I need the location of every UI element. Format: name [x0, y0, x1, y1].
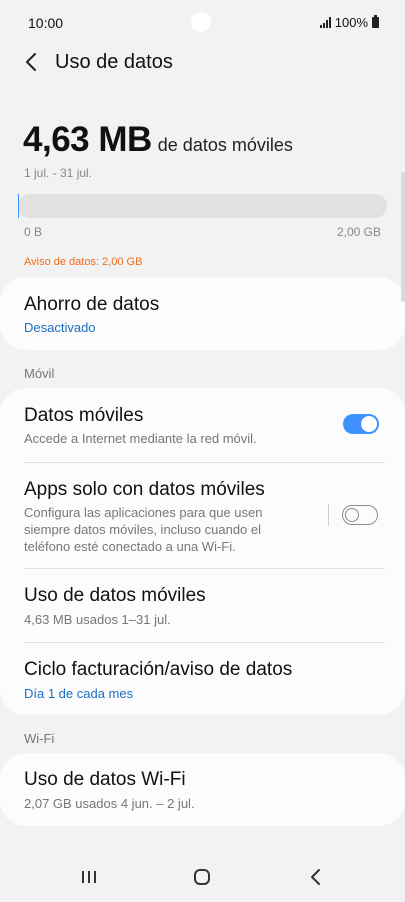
mobile-data-subtitle: Accede a Internet mediante la red móvil. [24, 431, 257, 446]
status-indicators: 100% [319, 15, 379, 30]
mobile-card: Datos móviles Accede a Internet mediante… [0, 388, 405, 715]
toggle-knob [345, 507, 359, 522]
back-arrow-icon [26, 53, 36, 71]
mobile-only-apps-row[interactable]: Apps solo con datos móviles Configura la… [0, 463, 405, 568]
home-icon [194, 869, 210, 885]
separator [328, 504, 329, 526]
data-saver-card: Ahorro de datos Desactivado [0, 277, 405, 350]
wifi-data-usage-row[interactable]: Uso de datos Wi-Fi 2,07 GB usados 4 jun.… [0, 753, 405, 826]
battery-percent: 100% [334, 15, 368, 30]
mobile-only-apps-title: Apps solo con datos móviles [24, 479, 265, 500]
wifi-card: Uso de datos Wi-Fi 2,07 GB usados 4 jun.… [0, 753, 405, 826]
usage-progress-bar [18, 194, 387, 218]
data-saver-title: Ahorro de datos [24, 294, 160, 315]
home-button[interactable] [188, 866, 216, 888]
data-saver-row[interactable]: Ahorro de datos Desactivado [0, 277, 405, 350]
scrollbar[interactable] [401, 172, 405, 302]
data-saver-status: Desactivado [24, 320, 96, 335]
billing-cycle-title: Ciclo facturación/aviso de datos [24, 659, 293, 680]
usage-bar-max: 2,00 GB [336, 225, 381, 239]
battery-icon [372, 15, 379, 28]
wifi-data-usage-subtitle: 2,07 GB usados 4 jun. – 2 jul. [24, 796, 195, 811]
mobile-data-usage-row[interactable]: Uso de datos móviles 4,63 MB usados 1–31… [0, 569, 405, 642]
status-bar: 10:00 100% [0, 0, 405, 46]
nav-back-button[interactable] [302, 866, 330, 888]
recent-apps-button[interactable] [75, 866, 103, 888]
section-label-wifi: Wi-Fi [24, 731, 55, 746]
usage-bar-min: 0 B [24, 225, 43, 239]
usage-progress-fill [18, 194, 19, 218]
app-header: Uso de datos [0, 44, 405, 80]
back-button[interactable] [20, 50, 44, 74]
signal-icon [319, 17, 331, 28]
usage-summary: 4,63 MB de datos móviles [23, 120, 293, 160]
mobile-data-usage-subtitle: 4,63 MB usados 1–31 jul. [24, 612, 171, 627]
mobile-only-apps-subtitle-1: Configura las aplicaciones para que usen [24, 505, 263, 520]
billing-cycle-row[interactable]: Ciclo facturación/aviso de datos Día 1 d… [0, 643, 405, 715]
mobile-only-apps-subtitle-2: siempre datos móviles, incluso cuando el [24, 522, 262, 537]
data-warning: Aviso de datos: 2,00 GB [24, 256, 143, 268]
mobile-only-apps-toggle[interactable] [342, 505, 378, 525]
section-label-mobile: Móvil [24, 366, 55, 381]
recent-apps-icon [82, 871, 96, 883]
toggle-knob [361, 416, 377, 432]
status-time: 10:00 [28, 15, 64, 31]
mobile-data-usage-title: Uso de datos móviles [24, 585, 206, 606]
mobile-data-toggle[interactable] [343, 414, 379, 434]
mobile-data-title: Datos móviles [24, 405, 144, 426]
billing-cycle-subtitle: Día 1 de cada mes [24, 686, 134, 701]
page-title: Uso de datos [55, 51, 173, 73]
camera-cutout [191, 12, 211, 32]
usage-amount: 4,63 MB [23, 120, 152, 159]
nav-back-icon [311, 869, 320, 885]
navigation-bar [0, 852, 405, 902]
usage-period: 1 jul. - 31 jul. [24, 166, 93, 180]
usage-unit-label: de datos móviles [157, 135, 293, 155]
wifi-data-usage-title: Uso de datos Wi-Fi [24, 769, 186, 790]
mobile-data-row[interactable]: Datos móviles Accede a Internet mediante… [0, 388, 405, 462]
mobile-only-apps-subtitle-3: teléfono esté conectado a una Wi-Fi. [24, 539, 236, 554]
